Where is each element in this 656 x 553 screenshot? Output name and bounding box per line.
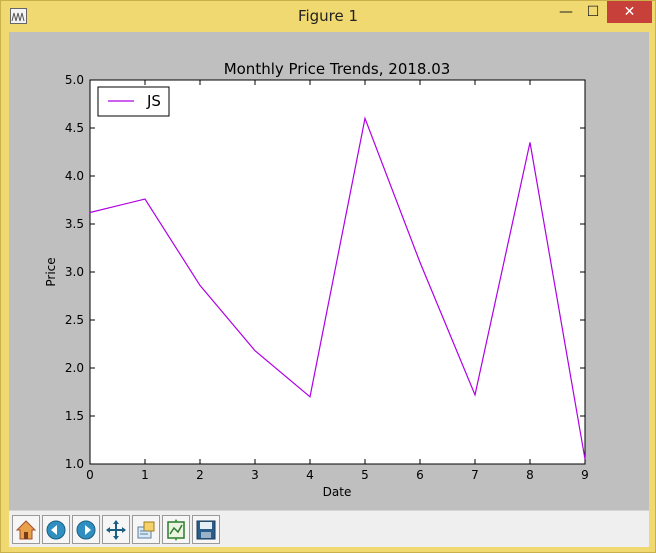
figure-window: Figure 1 — ☐ ✕ Monthly Price Trends, 201… — [0, 0, 656, 553]
x-axis-label: Date — [323, 485, 352, 499]
y-tick-label: 5.0 — [65, 73, 84, 87]
save-button[interactable] — [192, 515, 220, 544]
line-chart: Monthly Price Trends, 2018.03 0 1 2 3 4 5 6 7 8 9… — [44, 60, 589, 499]
x-tick-label: 2 — [196, 468, 204, 482]
navigation-toolbar — [9, 510, 649, 547]
back-icon — [46, 520, 66, 539]
maximize-button[interactable]: ☐ — [580, 1, 606, 23]
legend-label-js: JS — [146, 92, 161, 110]
y-tick-label: 4.5 — [65, 121, 84, 135]
forward-button[interactable] — [72, 515, 100, 544]
x-tick-label: 4 — [306, 468, 314, 482]
y-axis-label: Price — [44, 257, 58, 286]
y-tick-label: 2.5 — [65, 313, 84, 327]
subplots-icon — [167, 518, 185, 541]
chart-title: Monthly Price Trends, 2018.03 — [224, 60, 451, 78]
y-tick-label: 1.0 — [65, 457, 84, 471]
x-tick-label: 0 — [86, 468, 94, 482]
y-tick-label: 4.0 — [65, 169, 84, 183]
x-tick-label: 9 — [581, 468, 589, 482]
x-tick-label: 8 — [526, 468, 534, 482]
back-button[interactable] — [42, 515, 70, 544]
home-button[interactable] — [12, 515, 40, 544]
home-icon — [15, 519, 37, 539]
x-tick-label: 1 — [141, 468, 149, 482]
forward-icon — [76, 520, 96, 539]
plot-area — [89, 79, 586, 465]
y-tick-label: 1.5 — [65, 409, 84, 423]
pan-button[interactable] — [102, 515, 130, 544]
x-tick-label: 5 — [361, 468, 369, 482]
y-tick-label: 3.5 — [65, 217, 84, 231]
x-tick-label: 6 — [416, 468, 424, 482]
y-tick-label: 2.0 — [65, 361, 84, 375]
subplots-button[interactable] — [162, 515, 190, 544]
title-bar[interactable]: Figure 1 — ☐ ✕ — [1, 1, 655, 31]
x-tick-label: 3 — [251, 468, 259, 482]
y-tick-label: 3.0 — [65, 265, 84, 279]
save-icon — [196, 520, 216, 539]
x-tick-label: 7 — [471, 468, 479, 482]
close-button[interactable]: ✕ — [607, 1, 652, 23]
minimize-button[interactable]: — — [553, 1, 579, 23]
pan-icon — [106, 519, 126, 540]
zoom-button[interactable] — [132, 515, 160, 544]
legend: JS — [97, 86, 170, 117]
figure-canvas[interactable]: Monthly Price Trends, 2018.03 0 1 2 3 4 5 6 7 8 9… — [9, 32, 649, 510]
zoom-icon — [137, 521, 155, 538]
